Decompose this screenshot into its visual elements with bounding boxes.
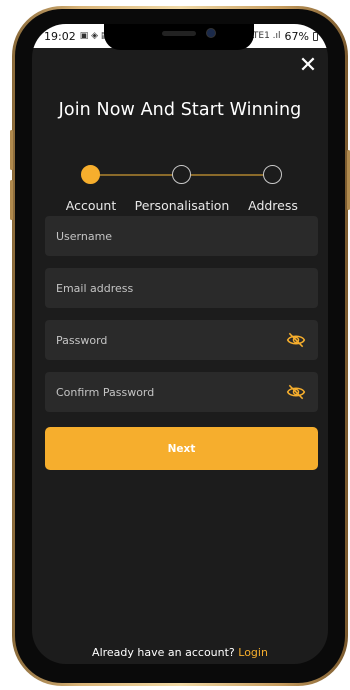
volume-button	[10, 130, 13, 170]
front-camera	[206, 28, 216, 38]
login-link[interactable]: Login	[238, 646, 268, 659]
step-label-account: Account	[65, 198, 117, 213]
password-placeholder: Password	[56, 333, 108, 347]
status-time: 19:02	[44, 29, 76, 43]
step-dot-personalisation	[172, 165, 191, 184]
eye-slash-icon[interactable]	[286, 331, 306, 349]
step-label-address: Address	[248, 198, 298, 213]
username-placeholder: Username	[56, 229, 113, 243]
username-field[interactable]: Username	[45, 216, 318, 256]
login-prompt: Already have an account? Login	[32, 646, 328, 659]
phone-screen: 19:02 ▣ ◈ ▤ ⚙ Vo) LTE1 .ıl 67% ✕ Join No…	[32, 24, 328, 664]
volume-button-2	[10, 180, 13, 220]
signup-stepper: Account Personalisation Address	[32, 160, 328, 213]
step-connector	[90, 174, 174, 176]
password-field[interactable]: Password	[45, 320, 318, 360]
modal-title: Join Now And Start Winning	[58, 100, 302, 120]
email-field[interactable]: Email address	[45, 268, 318, 308]
step-label-personalisation: Personalisation	[134, 198, 230, 213]
speaker-grille	[162, 31, 196, 36]
eye-slash-icon[interactable]	[286, 383, 306, 401]
battery-icon	[313, 31, 318, 41]
camera-notch	[104, 24, 254, 50]
confirm-password-placeholder: Confirm Password	[56, 385, 155, 399]
step-dot-address	[263, 165, 282, 184]
battery-level: 67%	[284, 29, 309, 43]
step-connector	[190, 174, 272, 176]
close-icon[interactable]: ✕	[298, 55, 318, 77]
login-prompt-text: Already have an account?	[92, 646, 235, 659]
next-button[interactable]: Next	[45, 427, 318, 470]
step-dot-account	[81, 165, 100, 184]
email-placeholder: Email address	[56, 281, 134, 295]
confirm-password-field[interactable]: Confirm Password	[45, 372, 318, 412]
